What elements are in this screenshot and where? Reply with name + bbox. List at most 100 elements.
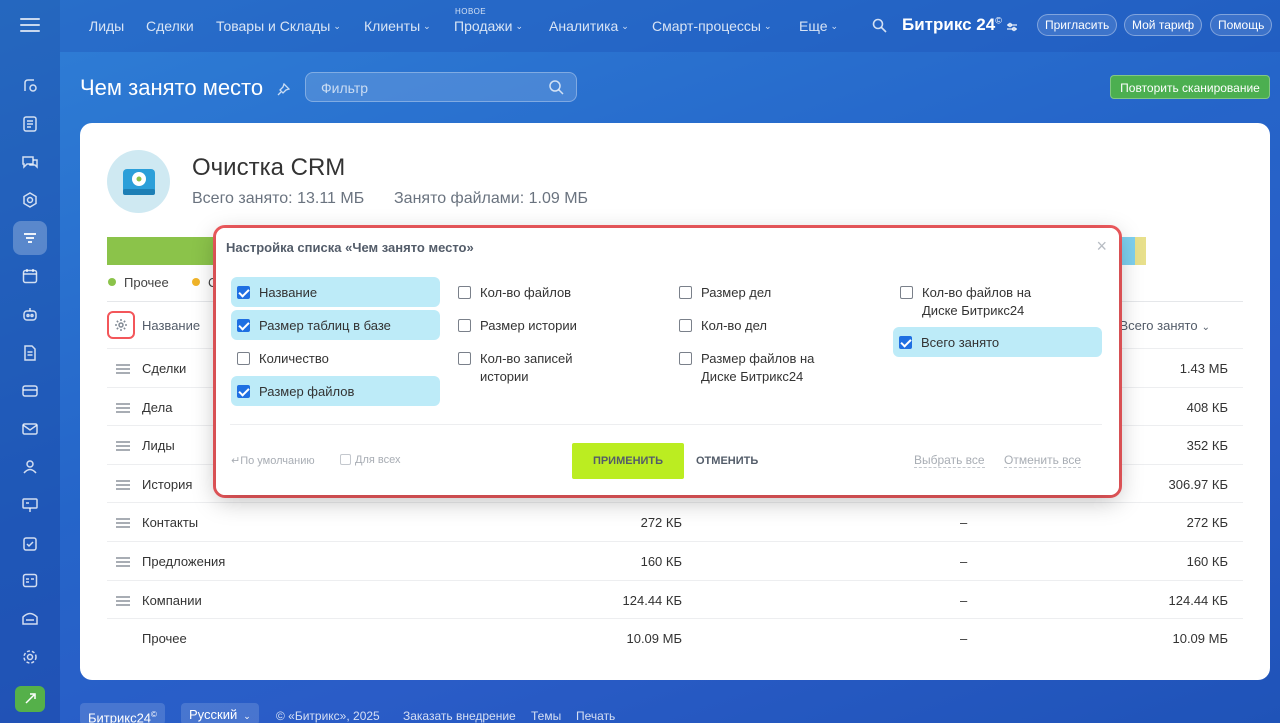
chat-icon[interactable] — [13, 145, 47, 179]
users-icon[interactable] — [13, 450, 47, 484]
chevron-down-icon: ⌄ — [515, 21, 524, 31]
drag-handle-icon[interactable] — [116, 364, 130, 376]
crm-filter-icon[interactable] — [13, 221, 47, 255]
checkbox[interactable] — [458, 352, 471, 365]
settings-icon[interactable] — [13, 640, 47, 674]
footer-print-link[interactable]: Печать — [576, 709, 615, 723]
legend-label-other: Прочее — [124, 275, 169, 290]
option-file-count[interactable]: Кол-во файлов — [452, 277, 652, 307]
rocket-icon[interactable] — [15, 686, 45, 712]
brand-logo[interactable]: Битрикс 24© — [902, 15, 1002, 35]
checkbox[interactable] — [458, 319, 471, 332]
deselect-all-link[interactable]: Отменить все — [1004, 453, 1082, 468]
checkbox-icon[interactable] — [13, 527, 47, 561]
calendar-icon[interactable] — [13, 259, 47, 293]
drag-handle-icon[interactable] — [116, 518, 130, 530]
option-disk-file-size[interactable]: Размер файлов на Диске Битрикс24 — [673, 343, 823, 389]
option-file-size[interactable]: Размер файлов — [231, 376, 440, 406]
drag-handle-icon[interactable] — [116, 595, 130, 608]
menu-icon[interactable] — [20, 18, 40, 32]
checkbox[interactable] — [679, 319, 692, 332]
checkbox[interactable] — [237, 286, 250, 299]
list-settings-button[interactable] — [107, 311, 135, 339]
help-button[interactable]: Помощь — [1210, 14, 1273, 36]
disk-icon — [122, 168, 155, 195]
for-all-checkbox[interactable]: Для всех — [340, 454, 400, 466]
filter-input[interactable]: Фильтр — [305, 72, 577, 102]
footer-brand[interactable]: Битрикс24© — [80, 703, 165, 723]
nav-item-sales[interactable]: Продажи ⌄ — [454, 18, 523, 34]
left-sidebar — [0, 0, 60, 723]
nav-item-deals[interactable]: Сделки — [146, 18, 194, 34]
nav-item-analytics[interactable]: Аналитика ⌄ — [549, 18, 629, 34]
rescan-button[interactable]: Повторить сканирование — [1110, 75, 1270, 99]
option-total-used[interactable]: Всего занято — [893, 327, 1102, 357]
row-value-files: – — [960, 592, 968, 608]
select-all-link[interactable]: Выбрать все — [914, 453, 985, 468]
option-activity-count[interactable]: Кол-во дел — [673, 310, 873, 340]
checkbox[interactable] — [458, 286, 471, 299]
table-row: Компании 124.44 КБ – 124.44 КБ — [107, 579, 1243, 618]
checkbox[interactable] — [237, 319, 250, 332]
footer-themes-link[interactable]: Темы — [531, 709, 561, 723]
feed-icon[interactable] — [13, 69, 47, 103]
filter-placeholder: Фильтр — [321, 80, 369, 96]
drag-handle-icon[interactable] — [116, 557, 130, 569]
checkbox[interactable] — [237, 385, 250, 398]
gear-icon — [115, 319, 127, 331]
language-select[interactable]: Русский ⌄ — [181, 703, 259, 723]
option-history-size[interactable]: Размер истории — [452, 310, 652, 340]
option-table-size[interactable]: Размер таблиц в базе — [231, 310, 440, 340]
option-name[interactable]: Название — [231, 277, 440, 307]
chevron-down-icon: ⌄ — [243, 711, 251, 721]
row-value-total: 272 КБ — [1186, 515, 1228, 531]
checkbox[interactable] — [237, 352, 250, 365]
reset-default-link[interactable]: ↵По умолчанию — [231, 454, 315, 467]
table-row: Предложения 160 КБ – 160 КБ — [107, 541, 1243, 579]
drag-handle-icon[interactable] — [116, 441, 130, 453]
chevron-down-icon: ⌄ — [621, 21, 629, 31]
option-history-records[interactable]: Кол-во записей истории — [452, 343, 592, 389]
card-icon[interactable] — [13, 374, 47, 408]
drag-handle-icon[interactable] — [116, 479, 130, 492]
presentation-icon[interactable] — [13, 488, 47, 522]
hexagon-icon[interactable] — [13, 183, 47, 217]
tasks-list-icon[interactable] — [13, 107, 47, 141]
pin-icon[interactable] — [277, 83, 290, 96]
option-disk-file-count[interactable]: Кол-во файлов на Диске Битрикс24 — [894, 277, 1044, 323]
my-tariff-button[interactable]: Мой тариф — [1124, 14, 1203, 36]
new-badge: НОВОЕ — [455, 7, 487, 16]
nav-item-smart-processes[interactable]: Смарт-процессы ⌄ — [652, 18, 771, 34]
nav-item-more[interactable]: Еще ⌄ — [799, 18, 838, 34]
schedule-icon[interactable] — [13, 563, 47, 597]
row-value-total: 10.09 МБ — [1172, 631, 1228, 647]
shop-icon[interactable] — [13, 601, 47, 635]
nav-item-products[interactable]: Товары и Склады ⌄ — [216, 18, 341, 34]
brand-settings-icon[interactable] — [1006, 21, 1018, 33]
column-header-name[interactable]: Название — [142, 318, 200, 333]
option-count[interactable]: Количество — [231, 343, 440, 373]
checkbox[interactable] — [679, 352, 692, 365]
checkbox[interactable] — [900, 286, 913, 299]
robot-icon[interactable] — [13, 297, 47, 331]
checkbox[interactable] — [340, 454, 351, 465]
checkbox[interactable] — [679, 286, 692, 299]
mail-icon[interactable] — [13, 412, 47, 446]
nav-item-clients[interactable]: Клиенты ⌄ — [364, 18, 431, 34]
search-icon[interactable] — [548, 79, 564, 95]
option-activity-size[interactable]: Размер дел — [673, 277, 873, 307]
drag-handle-icon[interactable] — [116, 402, 130, 415]
nav-item-leads[interactable]: Лиды — [89, 18, 124, 34]
footer-order-link[interactable]: Заказать внедрение — [403, 709, 516, 723]
invite-button[interactable]: Пригласить — [1037, 14, 1118, 36]
row-name: Контакты — [142, 515, 199, 531]
close-icon[interactable]: × — [1096, 236, 1107, 257]
list-settings-dialog: Настройка списка «Чем занято место» × На… — [216, 228, 1119, 495]
row-value-total: 1.43 МБ — [1179, 361, 1228, 376]
column-header-total[interactable]: Всего занято ⌄ — [1119, 318, 1210, 333]
document-icon[interactable] — [13, 336, 47, 370]
search-icon[interactable] — [872, 18, 887, 33]
cancel-button[interactable]: ОТМЕНИТЬ — [696, 455, 758, 467]
apply-button[interactable]: ПРИМЕНИТЬ — [572, 443, 684, 479]
checkbox[interactable] — [899, 336, 912, 349]
